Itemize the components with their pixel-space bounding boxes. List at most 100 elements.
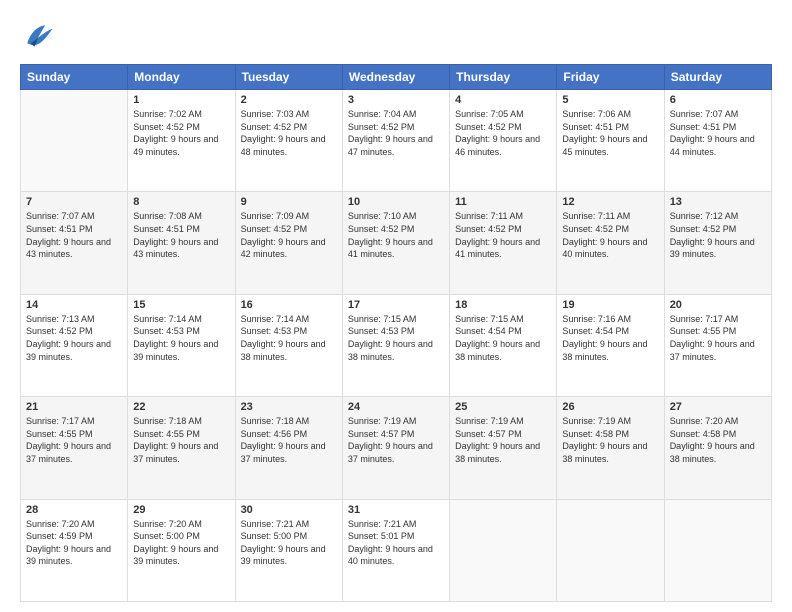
calendar-cell: 29 Sunrise: 7:20 AMSunset: 5:00 PMDayligh… (128, 499, 235, 601)
day-number: 19 (562, 299, 658, 311)
day-number: 21 (26, 401, 122, 413)
day-info: Sunrise: 7:18 AMSunset: 4:56 PMDaylight:… (241, 415, 337, 465)
calendar-cell: 18 Sunrise: 7:15 AMSunset: 4:54 PMDayligh… (450, 294, 557, 396)
calendar-cell: 19 Sunrise: 7:16 AMSunset: 4:54 PMDayligh… (557, 294, 664, 396)
calendar-header-monday: Monday (128, 65, 235, 90)
day-info: Sunrise: 7:17 AMSunset: 4:55 PMDaylight:… (670, 313, 766, 363)
day-info: Sunrise: 7:14 AMSunset: 4:53 PMDaylight:… (241, 313, 337, 363)
calendar-cell: 16 Sunrise: 7:14 AMSunset: 4:53 PMDayligh… (235, 294, 342, 396)
day-number: 4 (455, 94, 551, 106)
day-number: 12 (562, 196, 658, 208)
calendar-cell: 6Sunrise: 7:07 AMSunset: 4:51 PMDaylight… (664, 90, 771, 192)
day-number: 2 (241, 94, 337, 106)
calendar-cell: 9 Sunrise: 7:09 AMSunset: 4:52 PMDaylight… (235, 192, 342, 294)
calendar-cell: 31 Sunrise: 7:21 AMSunset: 5:01 PMDayligh… (342, 499, 449, 601)
calendar-cell: 26Sunrise: 7:19 AMSunset: 4:58 PMDayligh… (557, 397, 664, 499)
calendar-cell: 27Sunrise: 7:20 AMSunset: 4:58 PMDayligh… (664, 397, 771, 499)
logo-icon (20, 18, 56, 54)
calendar-cell: 22 Sunrise: 7:18 AMSunset: 4:55 PMDayligh… (128, 397, 235, 499)
day-number: 6 (670, 94, 766, 106)
calendar-cell: 28 Sunrise: 7:20 AMSunset: 4:59 PMDayligh… (21, 499, 128, 601)
day-info: Sunrise: 7:11 AMSunset: 4:52 PMDaylight:… (455, 210, 551, 260)
calendar-cell: 15 Sunrise: 7:14 AMSunset: 4:53 PMDayligh… (128, 294, 235, 396)
calendar-header-tuesday: Tuesday (235, 65, 342, 90)
day-info: Sunrise: 7:11 AMSunset: 4:52 PMDaylight:… (562, 210, 658, 260)
day-info: Sunrise: 7:03 AMSunset: 4:52 PMDaylight:… (241, 108, 337, 158)
day-number: 14 (26, 299, 122, 311)
day-info: Sunrise: 7:21 AMSunset: 5:00 PMDaylight:… (241, 518, 337, 568)
day-number: 23 (241, 401, 337, 413)
calendar-cell: 21 Sunrise: 7:17 AMSunset: 4:55 PMDayligh… (21, 397, 128, 499)
day-number: 16 (241, 299, 337, 311)
day-number: 22 (133, 401, 229, 413)
day-number: 5 (562, 94, 658, 106)
day-number: 11 (455, 196, 551, 208)
calendar-cell: 24 Sunrise: 7:19 AMSunset: 4:57 PMDayligh… (342, 397, 449, 499)
calendar-cell: 13 Sunrise: 7:12 AMSunset: 4:52 PMDayligh… (664, 192, 771, 294)
calendar-cell: 4 Sunrise: 7:05 AMSunset: 4:52 PMDaylight… (450, 90, 557, 192)
day-info: Sunrise: 7:16 AMSunset: 4:54 PMDaylight:… (562, 313, 658, 363)
day-number: 1 (133, 94, 229, 106)
day-number: 8 (133, 196, 229, 208)
day-number: 24 (348, 401, 444, 413)
calendar-cell (664, 499, 771, 601)
day-number: 28 (26, 504, 122, 516)
calendar-cell: 12 Sunrise: 7:11 AMSunset: 4:52 PMDayligh… (557, 192, 664, 294)
calendar-cell: 8 Sunrise: 7:08 AMSunset: 4:51 PMDaylight… (128, 192, 235, 294)
day-info: Sunrise: 7:20 AMSunset: 4:59 PMDaylight:… (26, 518, 122, 568)
header (20, 18, 772, 54)
day-info: Sunrise: 7:21 AMSunset: 5:01 PMDaylight:… (348, 518, 444, 568)
day-number: 15 (133, 299, 229, 311)
calendar-cell: 14 Sunrise: 7:13 AMSunset: 4:52 PMDayligh… (21, 294, 128, 396)
calendar-header-row: SundayMondayTuesdayWednesdayThursdayFrid… (21, 65, 772, 90)
day-number: 25 (455, 401, 551, 413)
calendar-cell: 10Sunrise: 7:10 AMSunset: 4:52 PMDayligh… (342, 192, 449, 294)
calendar-header-saturday: Saturday (664, 65, 771, 90)
day-info: Sunrise: 7:12 AMSunset: 4:52 PMDaylight:… (670, 210, 766, 260)
calendar-cell (557, 499, 664, 601)
calendar-cell: 2 Sunrise: 7:03 AMSunset: 4:52 PMDaylight… (235, 90, 342, 192)
day-info: Sunrise: 7:19 AMSunset: 4:57 PMDaylight:… (455, 415, 551, 465)
calendar-cell (450, 499, 557, 601)
page: SundayMondayTuesdayWednesdayThursdayFrid… (0, 0, 792, 612)
day-info: Sunrise: 7:04 AMSunset: 4:52 PMDaylight:… (348, 108, 444, 158)
calendar-cell: 17Sunrise: 7:15 AMSunset: 4:53 PMDayligh… (342, 294, 449, 396)
day-info: Sunrise: 7:09 AMSunset: 4:52 PMDaylight:… (241, 210, 337, 260)
calendar-cell: 3 Sunrise: 7:04 AMSunset: 4:52 PMDaylight… (342, 90, 449, 192)
day-info: Sunrise: 7:19 AMSunset: 4:58 PMDaylight:… (562, 415, 658, 465)
day-number: 27 (670, 401, 766, 413)
calendar-cell: 5 Sunrise: 7:06 AMSunset: 4:51 PMDaylight… (557, 90, 664, 192)
day-number: 18 (455, 299, 551, 311)
logo (20, 18, 60, 54)
day-number: 30 (241, 504, 337, 516)
day-info: Sunrise: 7:18 AMSunset: 4:55 PMDaylight:… (133, 415, 229, 465)
calendar-cell: 23 Sunrise: 7:18 AMSunset: 4:56 PMDayligh… (235, 397, 342, 499)
day-number: 3 (348, 94, 444, 106)
day-info: Sunrise: 7:15 AMSunset: 4:54 PMDaylight:… (455, 313, 551, 363)
day-number: 17 (348, 299, 444, 311)
day-number: 9 (241, 196, 337, 208)
day-info: Sunrise: 7:08 AMSunset: 4:51 PMDaylight:… (133, 210, 229, 260)
calendar-cell: 30 Sunrise: 7:21 AMSunset: 5:00 PMDayligh… (235, 499, 342, 601)
day-number: 31 (348, 504, 444, 516)
day-number: 29 (133, 504, 229, 516)
day-info: Sunrise: 7:06 AMSunset: 4:51 PMDaylight:… (562, 108, 658, 158)
calendar-cell: 25 Sunrise: 7:19 AMSunset: 4:57 PMDayligh… (450, 397, 557, 499)
day-info: Sunrise: 7:17 AMSunset: 4:55 PMDaylight:… (26, 415, 122, 465)
day-info: Sunrise: 7:19 AMSunset: 4:57 PMDaylight:… (348, 415, 444, 465)
day-number: 7 (26, 196, 122, 208)
day-info: Sunrise: 7:07 AMSunset: 4:51 PMDaylight:… (26, 210, 122, 260)
calendar-cell: 11 Sunrise: 7:11 AMSunset: 4:52 PMDayligh… (450, 192, 557, 294)
day-number: 20 (670, 299, 766, 311)
day-info: Sunrise: 7:14 AMSunset: 4:53 PMDaylight:… (133, 313, 229, 363)
calendar-week-row: 28 Sunrise: 7:20 AMSunset: 4:59 PMDayligh… (21, 499, 772, 601)
day-number: 13 (670, 196, 766, 208)
day-info: Sunrise: 7:05 AMSunset: 4:52 PMDaylight:… (455, 108, 551, 158)
day-info: Sunrise: 7:13 AMSunset: 4:52 PMDaylight:… (26, 313, 122, 363)
calendar-header-friday: Friday (557, 65, 664, 90)
day-info: Sunrise: 7:20 AMSunset: 5:00 PMDaylight:… (133, 518, 229, 568)
calendar-week-row: 21 Sunrise: 7:17 AMSunset: 4:55 PMDayligh… (21, 397, 772, 499)
calendar-week-row: 7 Sunrise: 7:07 AMSunset: 4:51 PMDaylight… (21, 192, 772, 294)
day-info: Sunrise: 7:02 AMSunset: 4:52 PMDaylight:… (133, 108, 229, 158)
calendar-header-wednesday: Wednesday (342, 65, 449, 90)
